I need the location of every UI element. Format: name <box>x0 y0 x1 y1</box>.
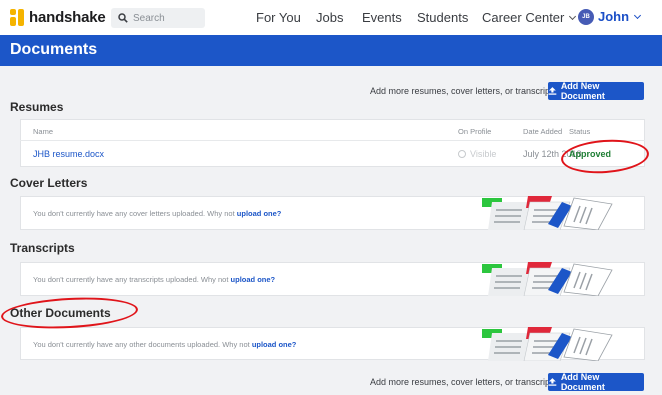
other-documents-upload-link[interactable]: upload one? <box>252 340 297 349</box>
add-new-document-button-bottom[interactable]: Add New Document <box>548 372 644 392</box>
handshake-logo-icon <box>10 9 25 26</box>
nav-for-you[interactable]: For You <box>256 10 301 25</box>
search-icon <box>118 13 128 23</box>
table-divider <box>20 140 645 141</box>
add-new-document-button[interactable]: Add New Document <box>548 81 644 101</box>
chevron-down-icon <box>634 11 642 20</box>
transcripts-title: Transcripts <box>10 241 75 255</box>
documents-illustration-icon <box>482 327 613 361</box>
nav-jobs[interactable]: Jobs <box>316 10 343 25</box>
other-documents-empty-text: You don't currently have any other docum… <box>33 340 250 349</box>
radio-circle-icon <box>458 150 466 158</box>
page-title: Documents <box>10 41 98 58</box>
nav-career-center[interactable]: Career Center <box>482 10 577 25</box>
transcripts-upload-link[interactable]: upload one? <box>231 275 276 284</box>
status-badge: Approved <box>569 149 612 159</box>
add-documents-prompt: Add more resumes, cover letters, or tran… <box>370 86 558 96</box>
cover-letters-empty-message: You don't currently have any cover lette… <box>33 209 281 218</box>
search-input[interactable] <box>133 12 203 24</box>
resume-file-link[interactable]: JHB resume.docx <box>33 149 104 159</box>
cover-letters-empty-text: You don't currently have any cover lette… <box>33 209 235 218</box>
user-menu[interactable]: John <box>598 9 642 24</box>
on-profile-toggle[interactable]: Visible <box>458 149 496 159</box>
user-name: John <box>598 9 630 24</box>
nav-events[interactable]: Events <box>362 10 402 25</box>
on-profile-label: Visible <box>470 149 497 159</box>
column-header-name: Name <box>33 127 54 136</box>
cover-letters-title: Cover Letters <box>10 176 88 190</box>
logo-text: handshake <box>29 9 106 26</box>
documents-illustration-icon <box>482 196 613 230</box>
transcripts-empty-message: You don't currently have any transcripts… <box>33 275 275 284</box>
upload-icon <box>548 87 557 95</box>
transcripts-empty-text: You don't currently have any transcripts… <box>33 275 229 284</box>
resumes-title: Resumes <box>10 100 64 114</box>
add-new-document-label-bottom: Add New Document <box>560 372 605 392</box>
cover-letters-upload-link[interactable]: upload one? <box>237 209 282 218</box>
column-header-status: Status <box>569 127 591 136</box>
search-box[interactable] <box>111 8 205 28</box>
other-documents-title: Other Documents <box>10 306 111 320</box>
other-documents-empty-message: You don't currently have any other docum… <box>33 340 296 349</box>
chevron-down-icon <box>569 12 577 21</box>
nav-career-center-label: Career Center <box>482 10 565 25</box>
add-new-document-label: Add New Document <box>560 81 605 101</box>
handshake-logo[interactable]: handshake <box>10 9 106 26</box>
upload-icon <box>548 378 557 386</box>
avatar[interactable]: JB <box>578 9 594 25</box>
documents-illustration-icon <box>482 262 613 296</box>
page-header: Documents <box>0 35 662 66</box>
column-header-date-added: Date Added <box>523 127 563 136</box>
add-documents-prompt-bottom: Add more resumes, cover letters, or tran… <box>370 377 558 387</box>
nav-students[interactable]: Students <box>417 10 468 25</box>
top-navigation: handshake For You Jobs Events Students C… <box>0 0 662 35</box>
column-header-on-profile: On Profile <box>458 127 492 136</box>
